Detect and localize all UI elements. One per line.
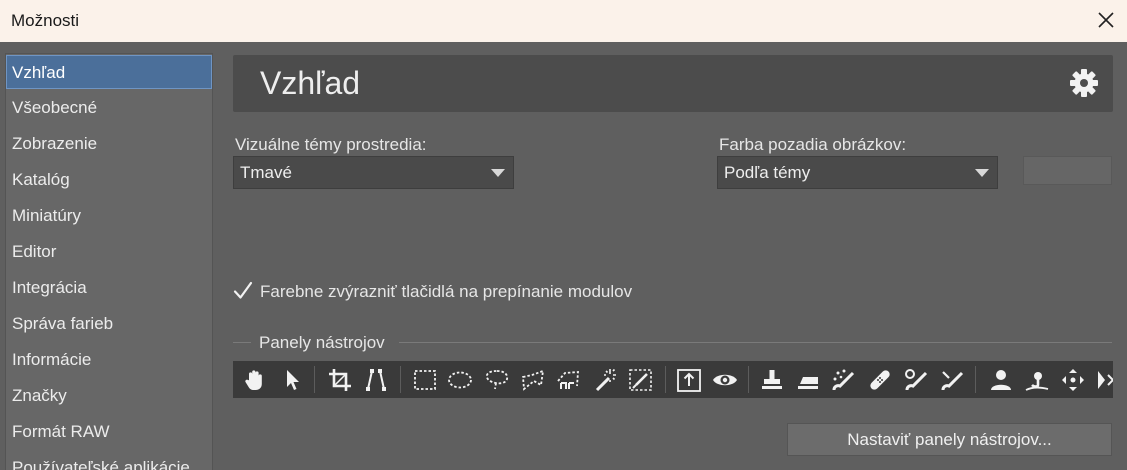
- title-bar: Možnosti: [0, 0, 1127, 42]
- crop-icon[interactable]: [327, 367, 353, 393]
- sidebar-item-pouzivatelske-aplikacie[interactable]: Používateľské aplikácie: [6, 450, 212, 470]
- toolbar-divider: [665, 366, 666, 393]
- window-title: Možnosti: [11, 11, 80, 30]
- sidebar-item-format-raw[interactable]: Formát RAW: [6, 414, 212, 450]
- sidebar-item-zobrazenie[interactable]: Zobrazenie: [6, 126, 212, 162]
- page-title: Vzhľad: [260, 65, 361, 101]
- section-header: Vzhľad: [233, 55, 1113, 112]
- more-icon[interactable]: [1095, 367, 1113, 393]
- background-color-select-value: Podľa témy: [724, 163, 811, 182]
- red-eye-icon[interactable]: [712, 367, 738, 393]
- lasso-icon[interactable]: [484, 367, 510, 393]
- toolbar-divider: [400, 366, 401, 393]
- sidebar-item-vzhlad[interactable]: Vzhľad: [6, 55, 212, 89]
- toolbar-divider: [314, 366, 315, 393]
- hand-icon[interactable]: [242, 367, 268, 393]
- toolbars-section-label: Panely nástrojov: [259, 333, 385, 352]
- configure-toolbars-button[interactable]: Nastaviť panely nástrojov...: [787, 423, 1112, 456]
- background-color-label: Farba pozadia obrázkov:: [719, 135, 907, 154]
- magnetic-lasso-icon[interactable]: [555, 367, 581, 393]
- brush-select-icon[interactable]: [628, 367, 654, 393]
- toolbar-divider: [975, 366, 976, 393]
- rect-select-icon[interactable]: [412, 367, 438, 393]
- spot-brush-icon[interactable]: [831, 367, 857, 393]
- chevron-down-icon: [975, 169, 989, 177]
- theme-select-value: Tmavé: [240, 163, 292, 182]
- person-icon[interactable]: [988, 367, 1014, 393]
- sidebar-item-integracia[interactable]: Integrácia: [6, 270, 212, 306]
- sidebar: Vzhľad Všeobecné Zobrazenie Katalóg Mini…: [5, 53, 213, 470]
- clone-brush-icon[interactable]: [903, 367, 929, 393]
- polygon-lasso-icon[interactable]: [520, 367, 546, 393]
- sidebar-item-informacie[interactable]: Informácie: [6, 342, 212, 378]
- toolbar-divider: [748, 366, 749, 393]
- magic-wand-icon[interactable]: [592, 367, 618, 393]
- sidebar-item-editor[interactable]: Editor: [6, 234, 212, 270]
- section-divider: [399, 342, 1112, 343]
- stamp-icon[interactable]: [759, 367, 785, 393]
- sidebar-item-sprava-farieb[interactable]: Správa farieb: [6, 306, 212, 342]
- dodge-icon[interactable]: [1024, 367, 1050, 393]
- ellipse-select-icon[interactable]: [447, 367, 473, 393]
- eraser-icon[interactable]: [795, 367, 821, 393]
- checkmark-icon[interactable]: [232, 280, 254, 302]
- section-divider: [233, 342, 251, 343]
- bandage-icon[interactable]: [867, 367, 893, 393]
- heal-brush-icon[interactable]: [939, 367, 965, 393]
- sidebar-item-vseobecne[interactable]: Všeobecné: [6, 90, 212, 126]
- background-color-swatch[interactable]: [1023, 156, 1112, 185]
- pointer-icon[interactable]: [279, 367, 305, 393]
- export-icon[interactable]: [676, 367, 702, 393]
- chevron-down-icon: [491, 169, 505, 177]
- perspective-icon[interactable]: [363, 367, 389, 393]
- theme-select[interactable]: Tmavé: [233, 156, 514, 189]
- close-icon[interactable]: [1096, 10, 1116, 30]
- sidebar-item-katalog[interactable]: Katalóg: [6, 162, 212, 198]
- sidebar-item-znacky[interactable]: Značky: [6, 378, 212, 414]
- toolbar-preview: [233, 361, 1113, 398]
- background-color-select[interactable]: Podľa témy: [717, 156, 998, 189]
- theme-label: Vizuálne témy prostredia:: [235, 135, 427, 154]
- gear-icon[interactable]: [1069, 68, 1099, 98]
- sidebar-item-miniatury[interactable]: Miniatúry: [6, 198, 212, 234]
- highlight-module-buttons-label[interactable]: Farebne zvýrazniť tlačidlá na prepínanie…: [260, 282, 632, 302]
- move-icon[interactable]: [1060, 367, 1086, 393]
